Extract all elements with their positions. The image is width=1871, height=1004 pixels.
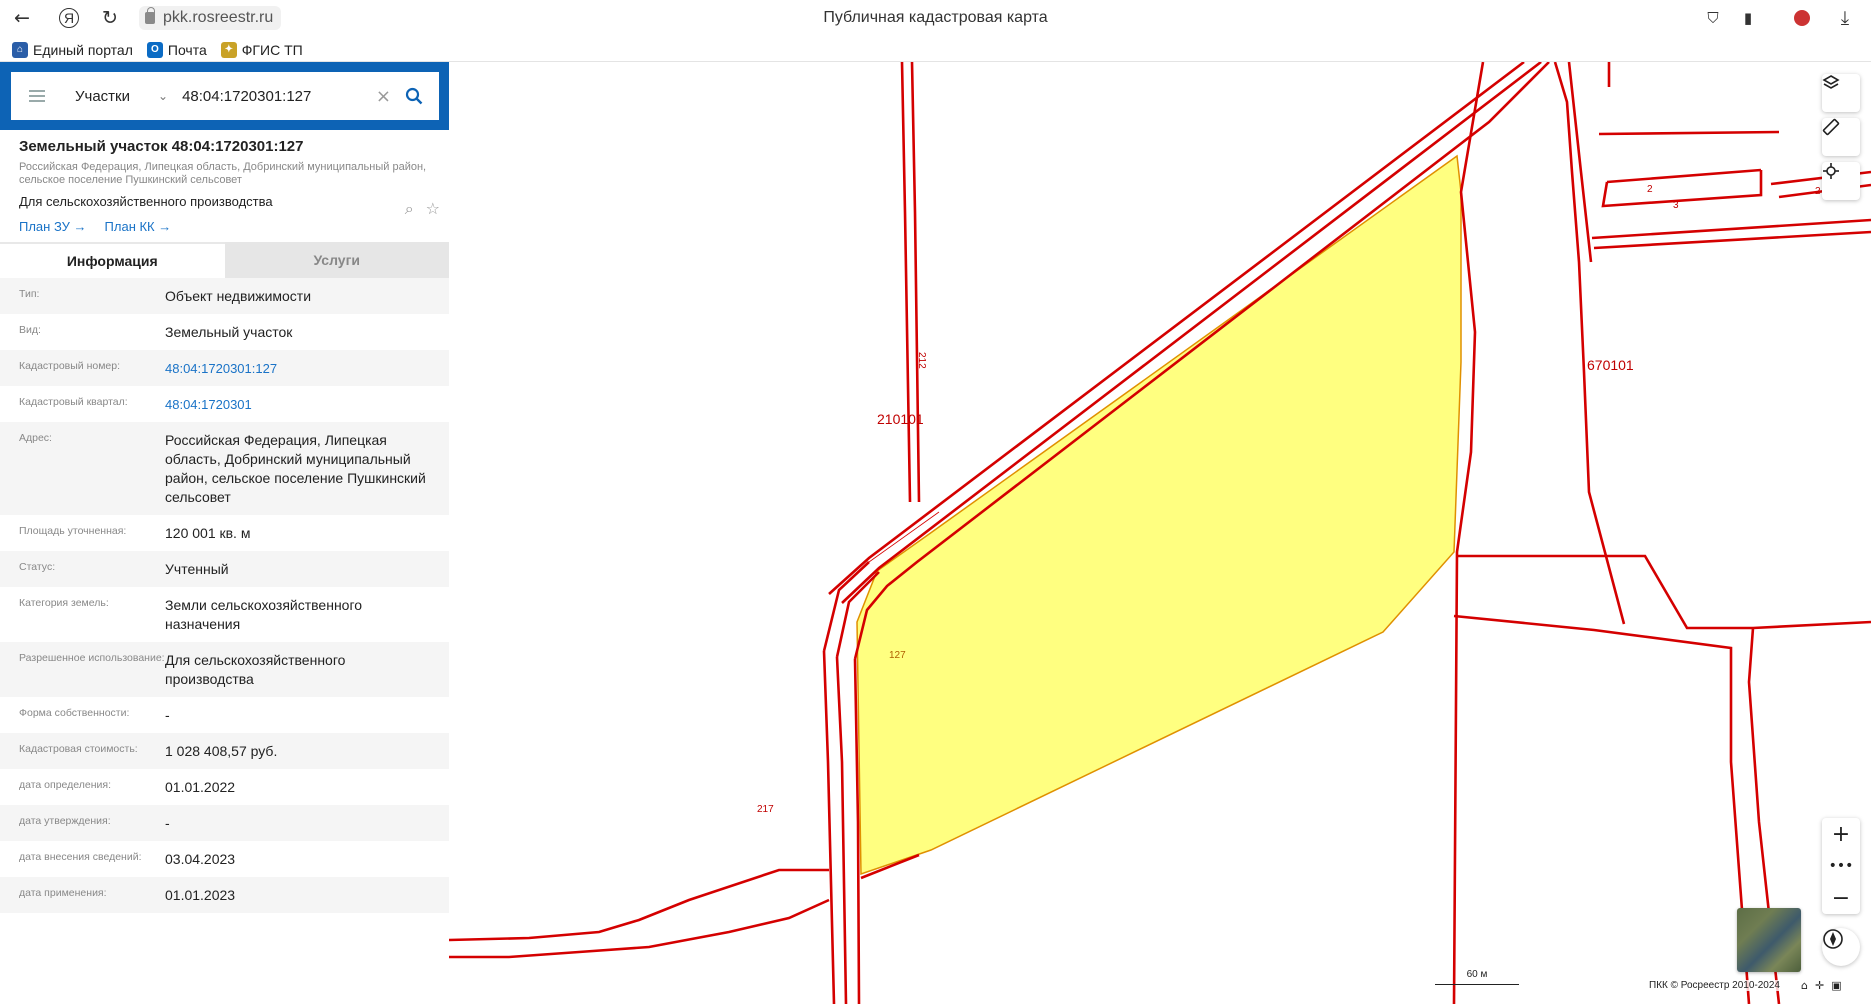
label-parcel-2: 2 [1647,184,1653,195]
tab-information[interactable]: Информация [0,242,225,278]
protect-icon[interactable]: ⛉ [1701,6,1725,30]
map-canvas[interactable]: 210101 670101 127 212 217 2 3 2 [449,62,1871,1004]
mail-icon: O [146,41,163,58]
emblem-icon: ✦ [220,41,237,58]
table-row: Кадастровый номер: 48:04:1720301:127 [0,350,449,386]
table-row: дата применения: 01.01.2023 [0,877,449,913]
extension-icon[interactable] [1790,6,1814,30]
cadastral-map[interactable]: 210101 670101 127 212 217 2 3 2 + ••• − … [449,62,1871,1004]
ruler-icon [1822,118,1840,136]
bookmark-item[interactable]: ⌂ Единый портал [12,41,133,58]
object-title: Земельный участок 48:04:1720301:127 [19,138,304,155]
table-row: дата утверждения: - [0,805,449,841]
screenshot-icon[interactable]: ▣ [1831,979,1841,992]
locate-button[interactable] [1822,162,1860,200]
copyright-text: ПКК © Росреестр 2010-2024 [1645,980,1784,991]
object-purpose: Для сельскохозяйственного производства [19,194,273,209]
table-row: Разрешенное использование: Для сельскохоз… [0,642,449,697]
search-bar: Участки ⌄ 48:04:1720301:127 × ‹ [0,62,465,130]
measure-button[interactable] [1822,118,1860,156]
search-box: Участки ⌄ 48:04:1720301:127 × [11,72,439,120]
zoom-out-button[interactable]: − [1822,882,1860,914]
plan-zu-link[interactable]: План ЗУ → [19,219,87,234]
chevron-down-icon[interactable]: ⌄ [158,89,168,103]
bookmark-icon[interactable]: ▮ [1736,6,1760,30]
table-row: Кадастровый квартал: 48:04:1720301 [0,386,449,422]
plan-kk-link[interactable]: План КК → [105,219,172,234]
layers-button[interactable] [1822,74,1860,112]
label-road-212: 212 [916,352,927,369]
crosshair-icon [1823,163,1839,179]
browser-toolbar: ← Я ↻ pkk.rosreestr.ru Публичная кадастр… [0,0,1871,36]
card-actions: ⌕ ☆ [405,199,440,219]
object-card-header: Земельный участок 48:04:1720301:127 Росс… [19,138,439,234]
label-parcel-2b: 2 [1815,186,1821,197]
label-road-217: 217 [757,804,774,815]
bookmarks-bar: ⌂ Единый портал O Почта ✦ ФГИС ТП [0,38,1871,62]
info-table: Тип: Объект недвижимости Вид: Земельный уч… [0,278,449,913]
favorite-star-icon[interactable]: ☆ [426,199,440,219]
zoom-to-object-icon[interactable]: ⌕ [405,199,414,219]
info-tabs: Информация Услуги [0,242,449,278]
footer-icons: ⌂ ✛ ▣ [1801,979,1842,992]
back-arrow-icon[interactable]: ← [10,6,34,30]
label-parcel-3: 3 [1673,200,1679,211]
yandex-icon[interactable]: Я [57,6,81,30]
zoom-in-button[interactable]: + [1822,818,1860,850]
reload-icon[interactable]: ↻ [98,6,122,30]
home-icon[interactable]: ⌂ [1801,979,1808,992]
north-arrow-button[interactable] [1822,928,1860,966]
layers-icon [1822,75,1840,89]
table-row: Площадь уточненная: 120 001 кв. м [19,525,251,541]
table-row: дата определения: 01.01.2022 [19,779,236,795]
label-parcel-127: 127 [889,650,906,661]
scale-bar: 60 м [1435,970,1519,985]
label-quarter-670101: 670101 [1587,357,1634,373]
table-row: Вид: Земельный участок [19,324,293,340]
table-row: Категория земель: Земли сельскохозяйствен… [19,597,363,632]
url-text: pkk.rosreestr.ru [163,9,274,26]
bookmark-item[interactable]: O Почта [146,41,207,58]
search-input[interactable]: 48:04:1720301:127 [182,88,376,105]
basemap-switcher[interactable] [1737,908,1801,972]
bookmark-item[interactable]: ✦ ФГИС ТП [220,41,303,58]
info-panel: Участки ⌄ 48:04:1720301:127 × ‹ Земельны… [0,62,465,1004]
table-row: дата внесения сведений: 03.04.2023 [19,851,236,867]
tab-services[interactable]: Услуги [224,242,449,278]
lock-icon [145,7,155,24]
label-quarter-210101: 210101 [877,411,924,427]
more-button[interactable]: ••• [1822,850,1860,882]
clear-icon[interactable]: × [376,86,391,107]
search-icon[interactable] [405,87,423,105]
cadastral-quarter-link[interactable]: 48:04:1720301 [165,386,437,422]
table-row: Форма собственности: - [19,707,170,723]
compass-icon [1823,929,1843,949]
cadastral-number-link[interactable]: 48:04:1720301:127 [165,350,437,386]
crosshair-small-icon[interactable]: ✛ [1815,979,1824,992]
table-row: Адрес: Российская Федерация, Липецкая обл… [0,422,449,515]
object-address: Российская Федерация, Липецкая область, … [19,161,427,186]
gosuslugi-icon: ⌂ [12,41,28,58]
table-row: Статус: Учтенный [0,551,449,587]
download-icon[interactable]: ⤓ [1833,6,1857,30]
zoom-controls: + ••• − [1822,818,1860,914]
category-select[interactable]: Участки [75,88,130,105]
table-row: Кадастровая стоимость: 1 028 408,57 руб. [0,733,449,769]
table-row: Тип: Объект недвижимости [0,278,449,314]
address-bar[interactable]: pkk.rosreestr.ru [139,6,282,30]
menu-icon[interactable] [29,90,45,102]
